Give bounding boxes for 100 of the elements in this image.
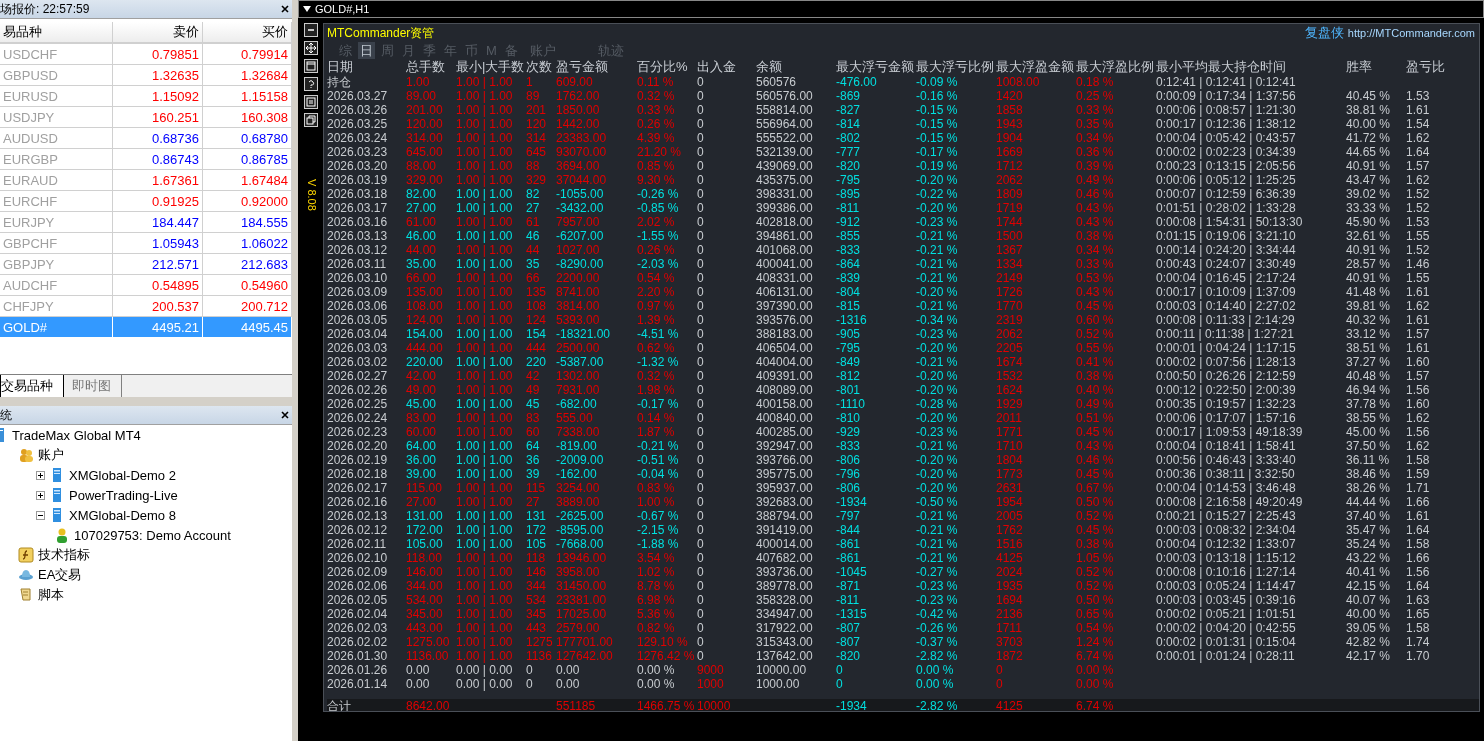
table-cell-text: 49 <box>526 383 541 397</box>
table-cell-text: 45.00 <box>406 397 438 411</box>
tree-item[interactable]: XMGlobal-Demo 2 <box>69 467 176 483</box>
quote-row[interactable]: USDCHF 0.79851 0.79914 <box>0 44 292 65</box>
table-cell-text: 46.00 <box>406 229 438 243</box>
dropdown-icon[interactable] <box>303 6 311 12</box>
help-icon <box>306 79 316 89</box>
table-cell-text: 1.55 <box>1406 271 1431 285</box>
table-cell-text: -8595.00 <box>556 523 605 537</box>
table-cell-text: -0.21 % <box>916 271 959 285</box>
table-cell-text: 0 <box>697 243 705 257</box>
table-cell-text: 0 <box>697 509 705 523</box>
table-cell-text: 2026.03.13 <box>327 229 389 243</box>
symbol-cell: EURUSD <box>0 86 113 107</box>
table-cell-text: 0.11 % <box>637 75 675 89</box>
table-cell-text: 397390.00 <box>756 299 814 313</box>
table-cell-text: -844 <box>836 523 862 537</box>
table-cell-text: 0.18 % <box>1076 75 1115 89</box>
panel-button[interactable] <box>304 59 318 73</box>
quote-row[interactable]: EURCHF 0.91925 0.92000 <box>0 191 292 212</box>
table-cell-text: 61 <box>526 215 541 229</box>
hat-icon <box>18 567 34 583</box>
table-cell-text: 3703 <box>996 635 1024 649</box>
table-cell-text: 0:00:07 | 0:12:59 | 6:36:39 <box>1156 187 1297 201</box>
table-cell-text: -0.26 % <box>916 621 959 635</box>
table-cell-text: 17025.00 <box>556 607 608 621</box>
panel-button[interactable] <box>304 113 318 127</box>
table-cell-text: 38.26 % <box>1346 481 1392 495</box>
table-cell-text: -0.20 % <box>916 481 959 495</box>
symbol-cell: GBPCHF <box>0 233 113 254</box>
tab[interactable]: 即时图 <box>72 375 122 397</box>
table-cell-text: 0:00:03 | 0:14:40 | 2:27:02 <box>1156 299 1297 313</box>
table-cell-text: -869 <box>836 89 862 103</box>
table-cell-text: 137642.00 <box>756 649 814 663</box>
website-link[interactable]: http://MTCommander.com <box>1347 27 1475 39</box>
table-cell-text: 2026.03.16 <box>327 215 389 229</box>
quote-row[interactable]: USDJPY 160.251 160.308 <box>0 107 292 128</box>
panel-button[interactable] <box>304 23 318 37</box>
tree-item[interactable]: 脚本 <box>38 586 64 604</box>
table-cell-text: 2631 <box>996 481 1024 495</box>
table-cell-text: -777 <box>836 145 862 159</box>
table-cell-text: 1.00 | 1.00 <box>456 145 514 159</box>
table-cell-text: -0.23 % <box>916 215 959 229</box>
close-icon[interactable] <box>281 5 289 13</box>
table-cell-text: 35.24 % <box>1346 537 1392 551</box>
panel-button[interactable] <box>304 41 318 55</box>
column-header[interactable]: 买价 <box>203 22 292 43</box>
table-cell-text: 8642.00 <box>406 699 451 711</box>
table-cell-text: 2026.02.10 <box>327 551 389 565</box>
table-cell-text: 1.00 | 1.00 <box>456 341 514 355</box>
expand-icon[interactable] <box>36 490 45 500</box>
table-cell-text: 393736.00 <box>756 565 814 579</box>
table-cell-text: 31450.00 <box>556 579 608 593</box>
table-cell-text: -1.55 % <box>637 229 680 243</box>
bid-cell: 0.68736 <box>113 128 203 149</box>
tree-item[interactable]: PowerTrading-Live <box>69 487 178 503</box>
table-cell-text: 0:00:56 | 0:46:43 | 3:33:40 <box>1156 453 1297 467</box>
tree-item[interactable]: EA交易 <box>38 566 82 584</box>
close-icon[interactable] <box>281 411 289 419</box>
expand-icon[interactable] <box>36 470 45 480</box>
quote-row[interactable]: AUDUSD 0.68736 0.68780 <box>0 128 292 149</box>
column-header[interactable]: 卖价 <box>113 22 203 43</box>
tab[interactable]: 日 <box>358 42 375 59</box>
table-cell-text: -1934 <box>836 699 868 711</box>
tab[interactable]: 交易品种 <box>0 375 64 398</box>
tree-item[interactable]: 107029753: Demo Account <box>74 527 231 543</box>
table-cell-text: -0.67 % <box>637 509 680 523</box>
table-cell-text: 0 <box>697 131 705 145</box>
tree-item[interactable]: TradeMax Global MT4 <box>12 427 141 443</box>
table-cell-text: 1943 <box>996 117 1024 131</box>
column-header: 最大浮盈金额 <box>996 59 1075 75</box>
panel-button[interactable] <box>304 77 318 91</box>
table-cell-text: 1275 <box>526 635 554 649</box>
table-cell-text: 0.00 <box>556 663 581 677</box>
table-cell-text: 38.51 % <box>1346 341 1392 355</box>
table-cell-text: 89.00 <box>406 89 438 103</box>
version-label: V 8.08 <box>305 179 317 211</box>
quote-row[interactable]: GBPJPY 212.571 212.683 <box>0 254 292 275</box>
quote-row[interactable]: EURGBP 0.86743 0.86785 <box>0 149 292 170</box>
table-cell-text: 407682.00 <box>756 551 814 565</box>
table-cell-text: 1.74 <box>1406 635 1431 649</box>
table-cell-text: 444.00 <box>406 341 444 355</box>
panel-button[interactable] <box>304 95 318 109</box>
table-cell-text: 0.52 % <box>1076 579 1115 593</box>
quote-row[interactable]: GBPCHF 1.05943 1.06022 <box>0 233 292 254</box>
quote-row[interactable]: EURUSD 1.15092 1.15158 <box>0 86 292 107</box>
tree-item[interactable]: 技术指标 <box>38 546 90 564</box>
symbol-cell: EURGBP <box>0 149 113 170</box>
quote-row[interactable]: EURAUD 1.67361 1.67484 <box>0 170 292 191</box>
collapse-icon[interactable] <box>36 510 45 520</box>
tree-item[interactable]: 账户 <box>38 446 64 464</box>
table-cell-text: 0 <box>697 439 705 453</box>
quote-row[interactable]: AUDCHF 0.54895 0.54960 <box>0 275 292 296</box>
quote-row[interactable]: EURJPY 184.447 184.555 <box>0 212 292 233</box>
column-header[interactable]: 易品种 <box>0 22 113 43</box>
table-cell-text: 37.78 % <box>1346 397 1392 411</box>
quote-row[interactable]: GBPUSD 1.32635 1.32684 <box>0 65 292 86</box>
tree-item[interactable]: XMGlobal-Demo 8 <box>69 507 176 523</box>
table-cell-text: 1.58 <box>1406 537 1431 551</box>
table-cell-text: 1872 <box>996 649 1024 663</box>
